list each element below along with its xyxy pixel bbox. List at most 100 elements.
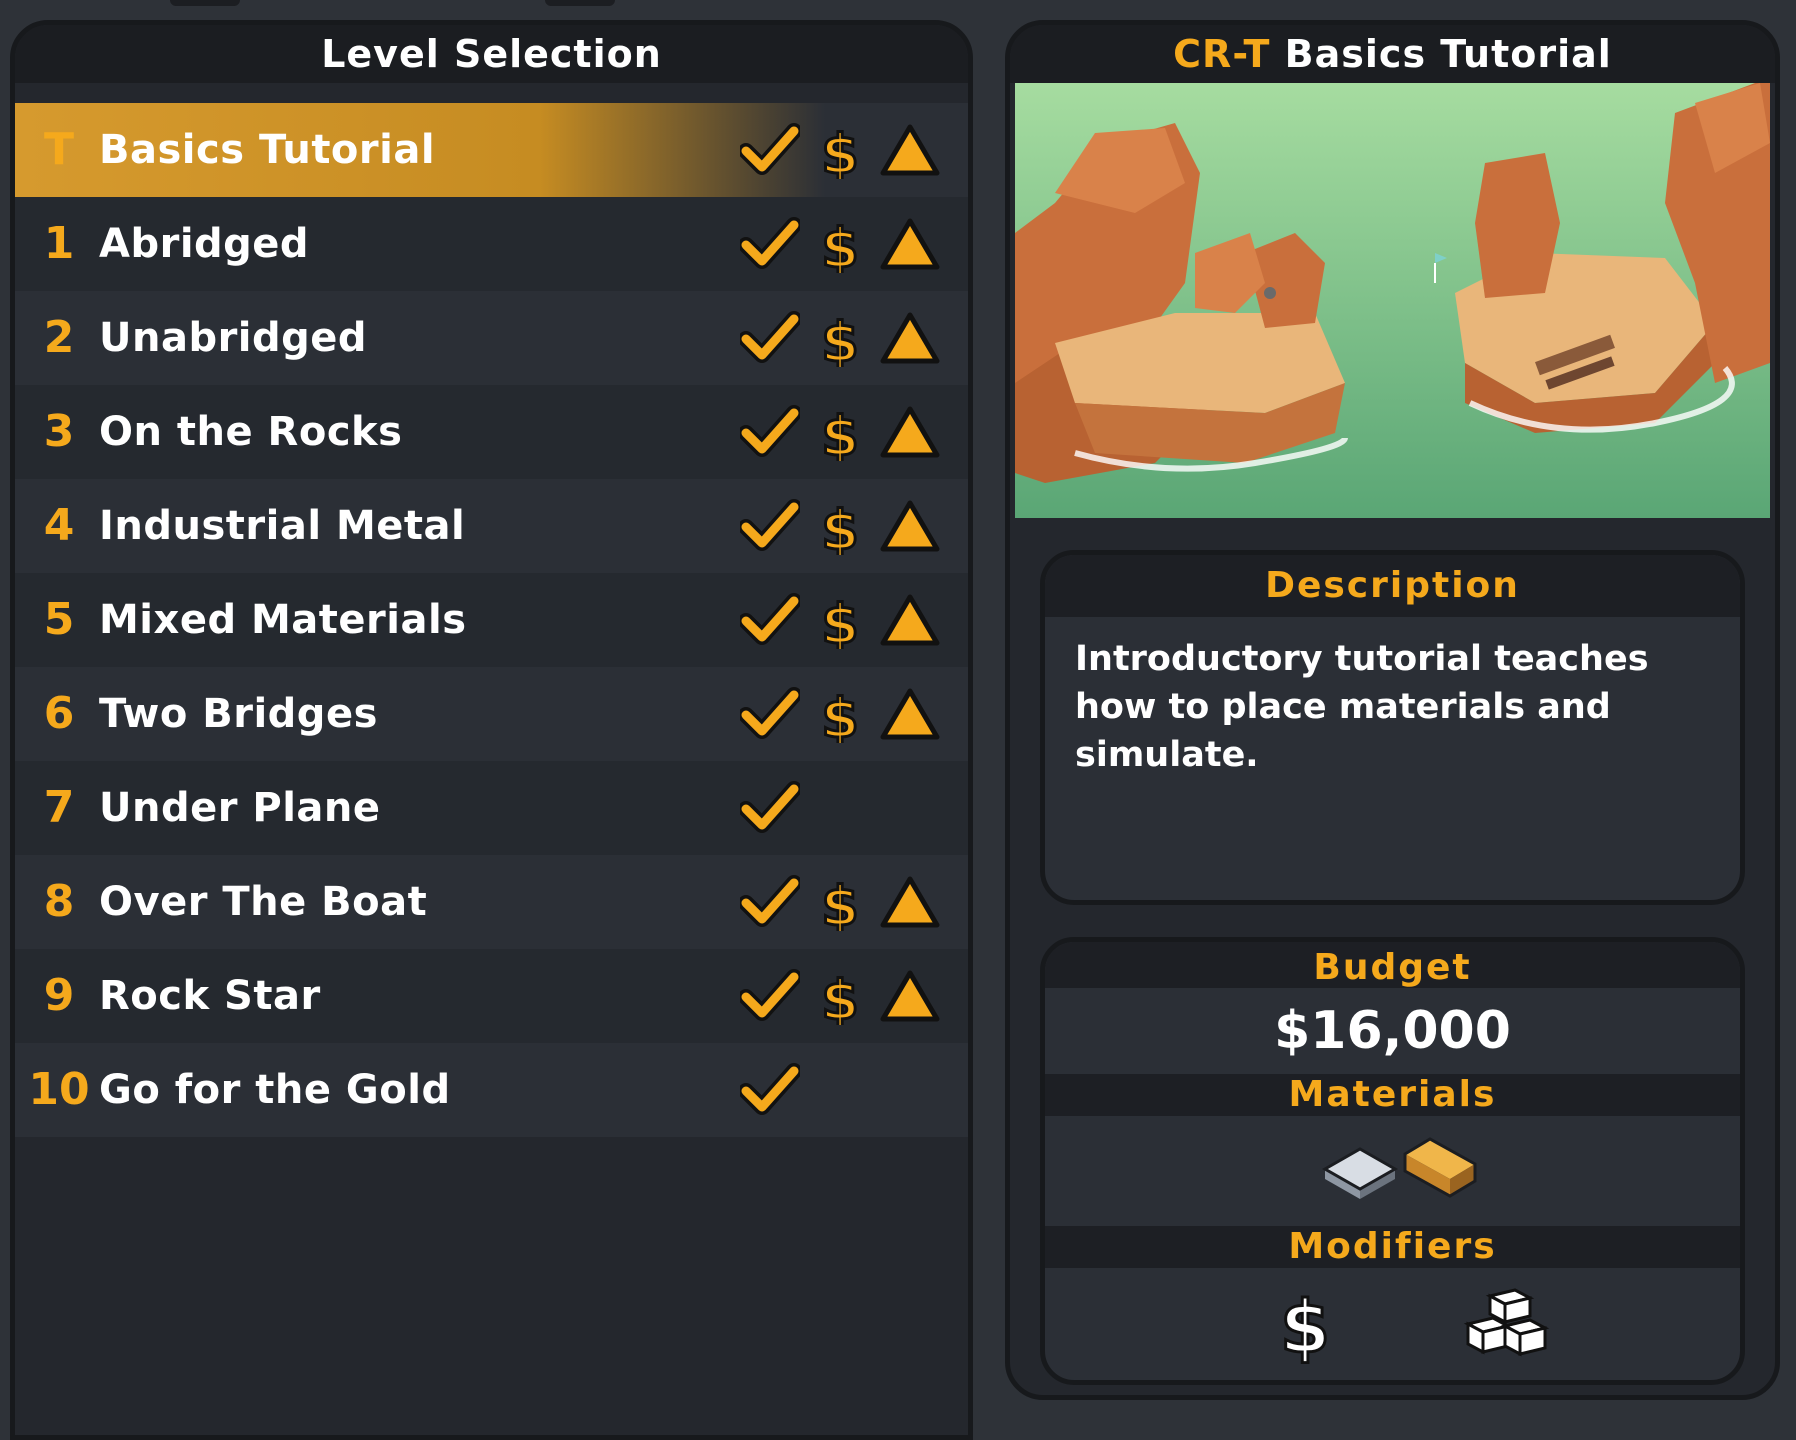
level-list: T Basics Tutorial $1 Abridged $2 Unabridged $3… — [15, 103, 968, 1137]
level-status-icons: $ — [738, 592, 968, 658]
level-name: Basics Tutorial — [99, 127, 436, 173]
level-number: 3 — [43, 406, 75, 457]
warning-icon — [880, 875, 940, 931]
check-icon — [738, 499, 802, 555]
level-preview-image — [1015, 83, 1770, 518]
dollar-icon: $ — [810, 874, 870, 940]
level-name: Mixed Materials — [99, 597, 467, 643]
level-details-panel: CR-T Basics Tutorial Description Introdu… — [1005, 20, 1780, 1400]
dollar-icon: $ — [810, 310, 870, 376]
wood-beam-icon — [1403, 1137, 1477, 1198]
dollar-icon: $ — [810, 216, 870, 282]
level-status-icons: $ — [738, 216, 968, 282]
dollar-icon: $ — [810, 498, 870, 564]
top-tab-nub — [545, 0, 615, 6]
budget-value: $16,000 — [1274, 1001, 1511, 1061]
warning-icon — [880, 593, 940, 649]
blocks-modifier-icon — [1463, 1288, 1550, 1357]
level-row[interactable]: 1 Abridged $ — [15, 197, 968, 291]
check-icon — [738, 687, 802, 743]
materials-title: Materials — [1045, 1074, 1740, 1116]
level-name: Two Bridges — [99, 691, 378, 737]
level-status-icons: $ — [738, 498, 968, 564]
level-name: Go for the Gold — [99, 1067, 451, 1113]
svg-text:$: $ — [1280, 1286, 1330, 1364]
level-status-icons: $ — [738, 968, 968, 1034]
level-row[interactable]: 5 Mixed Materials $ — [15, 573, 968, 667]
level-code: CR-T — [1173, 32, 1271, 76]
level-row[interactable]: T Basics Tutorial $ — [15, 103, 968, 197]
svg-text:$: $ — [821, 311, 859, 367]
warning-icon — [880, 969, 940, 1025]
level-status-icons — [738, 1063, 968, 1119]
level-details-title: CR-T Basics Tutorial — [1010, 25, 1775, 83]
level-name: Abridged — [99, 221, 310, 267]
level-status-icons — [738, 781, 968, 837]
description-text: Introductory tutorial teaches how to pla… — [1075, 639, 1649, 775]
warning-icon — [880, 217, 940, 273]
dollar-icon: $ — [810, 404, 870, 470]
check-icon — [738, 781, 802, 837]
dollar-icon: $ — [810, 122, 870, 188]
level-number: T — [43, 124, 74, 175]
level-number: 7 — [43, 782, 75, 833]
level-number: 10 — [28, 1064, 90, 1115]
level-row[interactable]: 4 Industrial Metal $ — [15, 479, 968, 573]
level-selection-title: Level Selection — [15, 25, 968, 83]
level-status-icons: $ — [738, 686, 968, 752]
top-tab-nub — [170, 0, 240, 6]
materials-row — [1045, 1116, 1740, 1226]
level-name: Industrial Metal — [99, 503, 466, 549]
level-row[interactable]: 7 Under Plane — [15, 761, 968, 855]
check-icon — [738, 123, 802, 179]
svg-text:$: $ — [821, 969, 859, 1025]
steel-beam-icon — [1321, 1147, 1399, 1199]
svg-text:$: $ — [821, 593, 859, 649]
level-status-icons: $ — [738, 874, 968, 940]
dollar-icon: $ — [810, 968, 870, 1034]
level-name: On the Rocks — [99, 409, 403, 455]
warning-icon — [880, 405, 940, 461]
level-status-icons: $ — [738, 404, 968, 470]
modifiers-title: Modifiers — [1045, 1226, 1740, 1268]
level-name: Under Plane — [99, 785, 381, 831]
level-status-icons: $ — [738, 122, 968, 188]
level-selection-panel: Level Selection T Basics Tutorial $1 Abridg… — [10, 20, 973, 1440]
level-number: 1 — [43, 218, 75, 269]
level-number: 6 — [43, 688, 75, 739]
level-number: 9 — [43, 970, 75, 1021]
dollar-modifier-icon: $ — [1278, 1286, 1331, 1364]
budget-title: Budget — [1045, 942, 1740, 988]
svg-text:$: $ — [821, 875, 859, 931]
check-icon — [738, 405, 802, 461]
level-number: 8 — [43, 876, 75, 927]
level-name: Unabridged — [99, 315, 368, 361]
level-info-box: Budget $16,000 Materials Modifiers $ — [1040, 937, 1745, 1385]
level-name: Over The Boat — [99, 879, 428, 925]
svg-text:$: $ — [821, 687, 859, 743]
warning-icon — [880, 123, 940, 179]
svg-text:$: $ — [821, 217, 859, 273]
level-name: Rock Star — [99, 973, 321, 1019]
dollar-icon: $ — [810, 592, 870, 658]
modifiers-row: $ — [1045, 1268, 1740, 1378]
svg-text:$: $ — [821, 405, 859, 461]
svg-text:$: $ — [821, 123, 859, 179]
level-row[interactable]: 3 On the Rocks $ — [15, 385, 968, 479]
svg-text:$: $ — [821, 499, 859, 555]
warning-icon — [880, 687, 940, 743]
level-row[interactable]: 8 Over The Boat $ — [15, 855, 968, 949]
level-title: Basics Tutorial — [1284, 32, 1612, 76]
level-status-icons: $ — [738, 310, 968, 376]
check-icon — [738, 593, 802, 649]
level-row[interactable]: 2 Unabridged $ — [15, 291, 968, 385]
warning-icon — [880, 311, 940, 367]
level-row[interactable]: 10 Go for the Gold — [15, 1043, 968, 1137]
check-icon — [738, 1063, 802, 1119]
level-row[interactable]: 6 Two Bridges $ — [15, 667, 968, 761]
level-row[interactable]: 9 Rock Star $ — [15, 949, 968, 1043]
level-number: 5 — [43, 594, 75, 645]
description-title: Description — [1045, 555, 1740, 617]
check-icon — [738, 875, 802, 931]
check-icon — [738, 969, 802, 1025]
